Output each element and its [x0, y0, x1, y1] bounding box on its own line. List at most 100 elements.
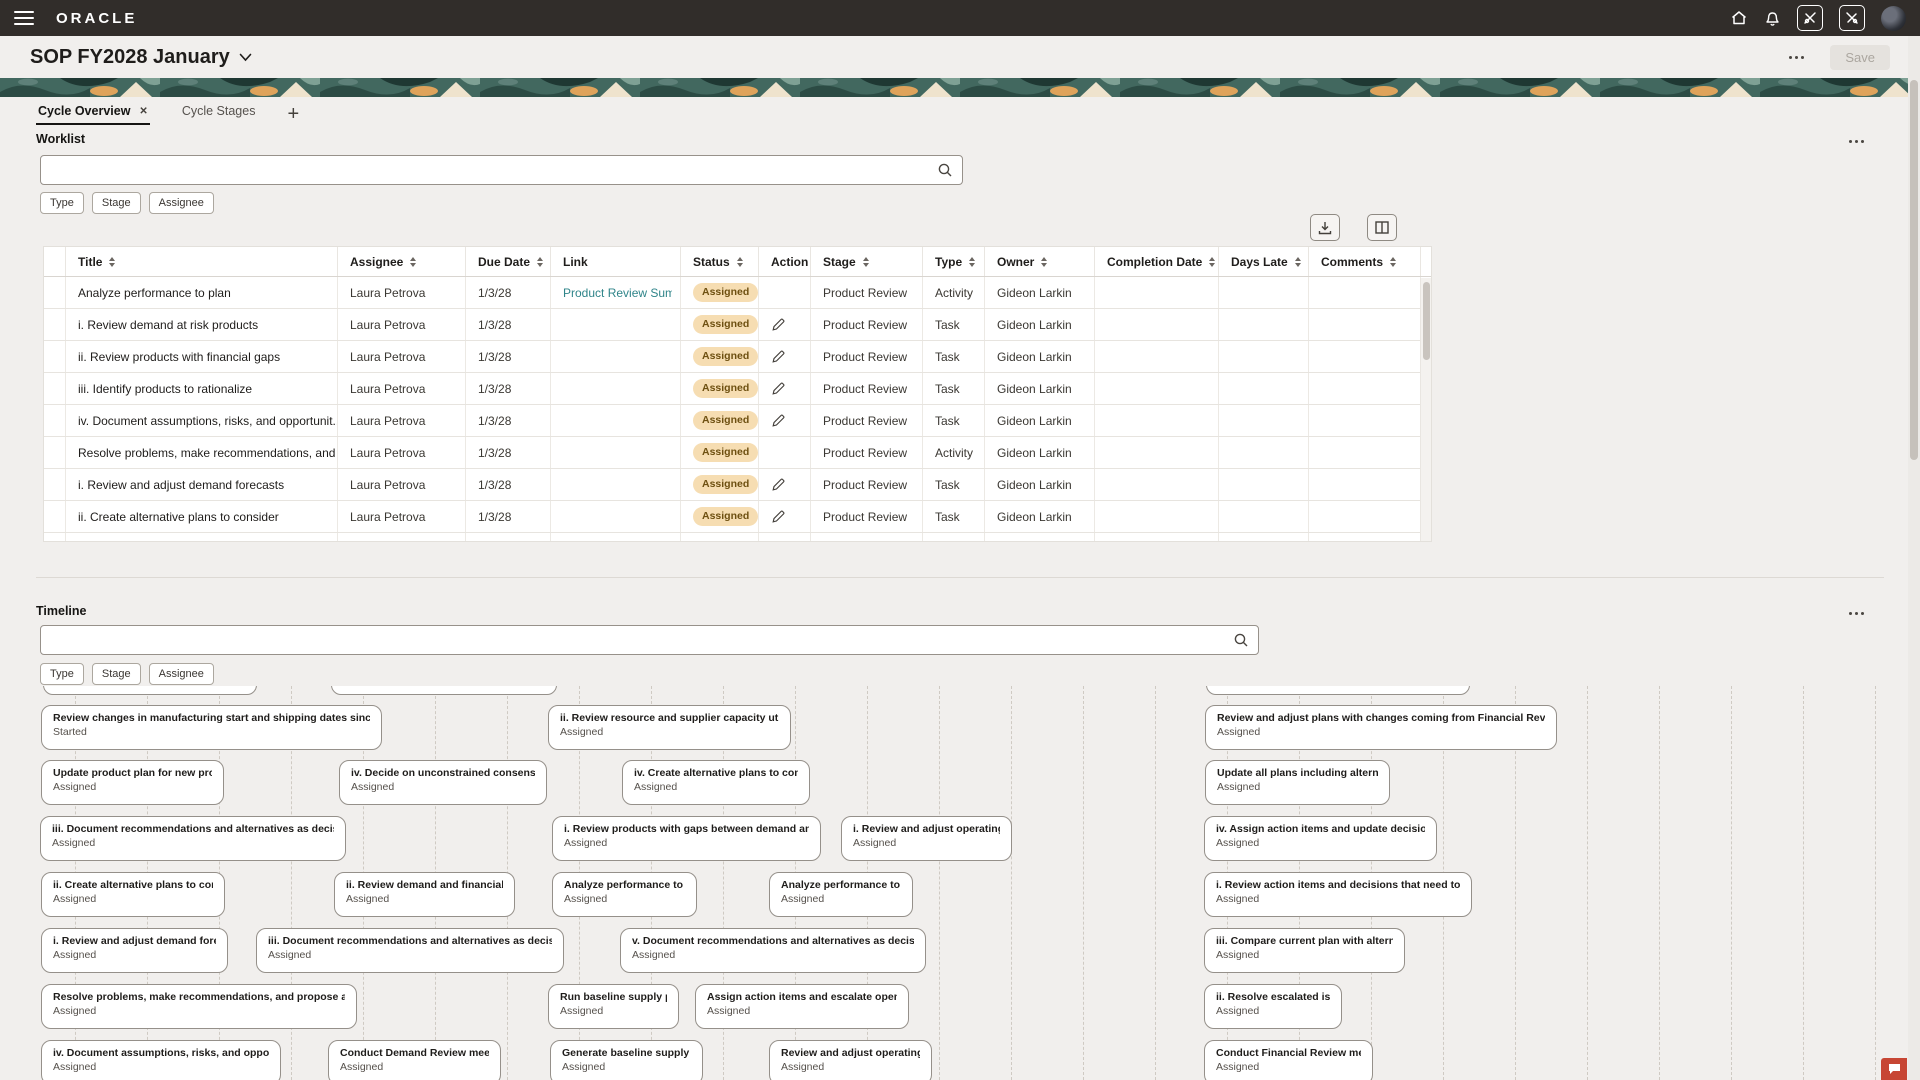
user-avatar[interactable] [1881, 6, 1906, 31]
columns-icon[interactable] [1367, 214, 1397, 241]
worklist-overflow-menu-icon[interactable] [1845, 136, 1868, 147]
timeline-card[interactable]: i. Review and adjust demand forecastsAss… [41, 928, 228, 973]
cell-stage: Product Review [811, 277, 923, 308]
timeline-card[interactable]: iv. Assign action items and update decis… [1204, 816, 1437, 861]
timeline-card[interactable]: iii. Document recommendations and altern… [40, 816, 346, 861]
timeline-card[interactable] [43, 686, 257, 695]
column-header-status[interactable]: Status [681, 247, 759, 276]
table-row[interactable]: Analyze performance to planLaura Petrova… [44, 277, 1431, 309]
table-row[interactable]: Resolve problems, make recommendations, … [44, 437, 1431, 469]
cell-days-late [1219, 341, 1309, 372]
column-header-assignee[interactable]: Assignee [338, 247, 466, 276]
download-icon[interactable] [1310, 214, 1340, 241]
worklist-filter-type[interactable]: Type [40, 192, 84, 214]
menu-icon[interactable] [14, 11, 34, 25]
home-icon[interactable] [1730, 9, 1748, 27]
edit-pencil-icon[interactable] [771, 414, 785, 428]
oracle-logo: ORACLE [56, 10, 137, 27]
timeline-card[interactable]: Analyze performance to planAssigned [769, 872, 913, 917]
notifications-icon[interactable] [1764, 9, 1781, 27]
column-header-due-date[interactable]: Due Date [466, 247, 551, 276]
page-overflow-menu-icon[interactable] [1785, 52, 1808, 63]
worklist-filter-assignee[interactable]: Assignee [149, 192, 214, 214]
timeline-card[interactable] [331, 686, 557, 695]
timeline-card[interactable]: Assign action items and escalate open is… [695, 984, 909, 1029]
page-scrollbar-thumb[interactable] [1910, 80, 1918, 460]
tool-icon-a[interactable] [1797, 5, 1823, 31]
timeline-card[interactable]: Resolve problems, make recommendations, … [41, 984, 357, 1029]
timeline-card[interactable]: iii. Compare current plan with alternati… [1204, 928, 1405, 973]
table-scrollbar-thumb[interactable] [1423, 282, 1430, 360]
column-header-stage[interactable]: Stage [811, 247, 923, 276]
timeline-card[interactable]: iii. Document recommendations and altern… [256, 928, 564, 973]
timeline-card[interactable]: i. Review products with gaps between dem… [552, 816, 821, 861]
timeline-card-status: Assigned [560, 1005, 667, 1017]
timeline-card-status: Assigned [564, 893, 685, 905]
sort-icon [109, 257, 115, 267]
timeline-card-title: iii. Document recommendations and altern… [52, 823, 334, 835]
table-row[interactable]: iv. Document assumptions, risks, and opp… [44, 405, 1431, 437]
edit-pencil-icon[interactable] [771, 382, 785, 396]
timeline-card[interactable]: v. Document recommendations and alternat… [620, 928, 926, 973]
timeline-card[interactable]: iv. Decide on unconstrained consensus fo… [339, 760, 547, 805]
timeline-card[interactable]: ii. Review demand and financial gapsAssi… [334, 872, 515, 917]
column-header-link[interactable]: Link [551, 247, 681, 276]
tab-close-icon[interactable]: ✕ [139, 106, 147, 117]
edit-pencil-icon[interactable] [771, 478, 785, 492]
column-header-comments[interactable]: Comments [1309, 247, 1421, 276]
table-scrollbar[interactable] [1420, 278, 1431, 541]
timeline-card[interactable]: Conduct Demand Review meetingAssigned [328, 1040, 501, 1080]
timeline-card-title: i. Review products with gaps between dem… [564, 823, 809, 835]
timeline-card[interactable]: Update all plans including alternativesA… [1205, 760, 1390, 805]
edit-pencil-icon[interactable] [771, 510, 785, 524]
table-row[interactable]: i. Review demand at risk productsLaura P… [44, 309, 1431, 341]
column-header-days-late[interactable]: Days Late [1219, 247, 1309, 276]
timeline-card[interactable]: Run baseline supply planAssigned [548, 984, 679, 1029]
timeline-card[interactable]: ii. Review resource and supplier capacit… [548, 705, 791, 750]
timeline-card[interactable]: Update product plan for new productsAssi… [41, 760, 224, 805]
column-header-title[interactable]: Title [66, 247, 338, 276]
tool-icon-b[interactable] [1839, 5, 1865, 31]
timeline-card[interactable]: iv. Create alternative plans to consider… [622, 760, 810, 805]
add-tab-icon[interactable]: + [287, 107, 299, 125]
column-header-label: Title [78, 255, 102, 269]
tab-cycle-overview[interactable]: Cycle Overview ✕ [36, 104, 150, 125]
column-header-type[interactable]: Type [923, 247, 985, 276]
timeline-card[interactable] [1206, 686, 1470, 695]
table-row[interactable]: iii. Identify products to rationalizeLau… [44, 373, 1431, 405]
timeline-filter-type[interactable]: Type [40, 663, 84, 685]
timeline-card[interactable]: ii. Resolve escalated issuesAssigned [1204, 984, 1342, 1029]
edit-pencil-icon[interactable] [771, 318, 785, 332]
save-button[interactable]: Save [1830, 45, 1890, 70]
timeline-search-input[interactable] [40, 625, 1259, 655]
table-row[interactable]: ii. Review products with financial gapsL… [44, 341, 1431, 373]
timeline-card[interactable]: Conduct Financial Review meetingAssigned [1204, 1040, 1373, 1080]
feedback-chat-icon[interactable] [1881, 1058, 1907, 1080]
timeline-card[interactable]: i. Review and adjust operating planAssig… [841, 816, 1012, 861]
worklist-search-input[interactable] [40, 155, 963, 185]
cycle-selector[interactable]: SOP FY2028 January [30, 46, 252, 69]
worklist-link[interactable]: Product Review Summary [563, 286, 672, 300]
timeline-filter-stage[interactable]: Stage [92, 663, 141, 685]
table-row[interactable]: i. Review and adjust demand forecastsLau… [44, 469, 1431, 501]
timeline-card[interactable]: iv. Document assumptions, risks, and opp… [41, 1040, 281, 1080]
timeline-card[interactable]: Analyze performance to planAssigned [552, 872, 697, 917]
timeline-card[interactable]: ii. Create alternative plans to consider… [41, 872, 225, 917]
edit-pencil-icon[interactable] [771, 350, 785, 364]
timeline-card-status: Assigned [1216, 893, 1460, 905]
table-row[interactable]: ii. Create alternative plans to consider… [44, 501, 1431, 533]
column-header-owner[interactable]: Owner [985, 247, 1095, 276]
timeline-card[interactable]: Review changes in manufacturing start an… [41, 705, 382, 750]
column-header-action[interactable]: Action [759, 247, 811, 276]
worklist-filter-stage[interactable]: Stage [92, 192, 141, 214]
timeline-filter-assignee[interactable]: Assignee [149, 663, 214, 685]
column-header-completion-date[interactable]: Completion Date [1095, 247, 1219, 276]
timeline-card[interactable]: Review and adjust plans with changes com… [1205, 705, 1557, 750]
tab-cycle-stages[interactable]: Cycle Stages [180, 104, 258, 125]
timeline-card[interactable]: i. Review action items and decisions tha… [1204, 872, 1472, 917]
timeline-card[interactable]: Review and adjust operating planAssigned [769, 1040, 932, 1080]
status-badge: Assigned [693, 315, 758, 334]
timeline-card[interactable]: Generate baseline supply planAssigned [550, 1040, 703, 1080]
page-scrollbar[interactable] [1908, 36, 1920, 1080]
timeline-overflow-menu-icon[interactable] [1845, 608, 1868, 619]
